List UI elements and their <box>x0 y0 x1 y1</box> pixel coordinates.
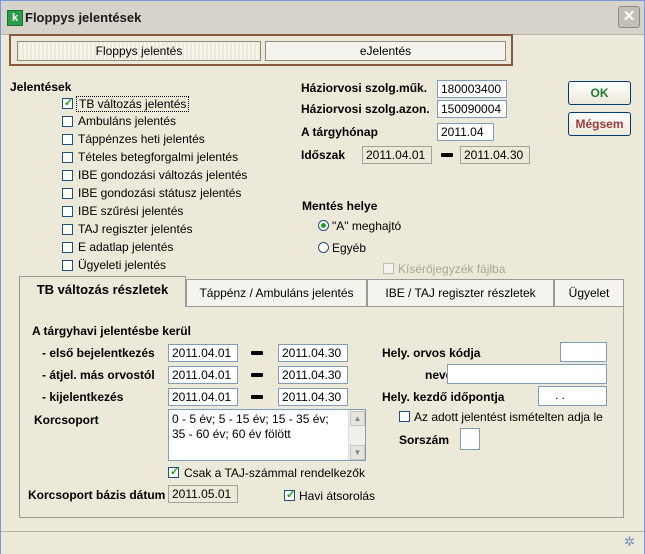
report-label-tappenz: Táppénzes heti jelentés <box>78 132 205 146</box>
report-label-ibe-statusz: IBE gondozási státusz jelentés <box>78 186 242 200</box>
radio-drive-a[interactable] <box>318 220 329 231</box>
monthly-sort-checkbox[interactable]: ✓ <box>284 489 296 501</box>
repeat-report-checkbox[interactable] <box>399 411 410 422</box>
age-group-label: Korcsoport <box>34 413 99 427</box>
report-label-ugyeleti: Ügyeleti jelentés <box>78 258 167 272</box>
checkmark-icon: ✓ <box>286 489 296 501</box>
monthly-sort-label: Havi átsorolás <box>299 489 376 503</box>
tab-floppys-jelentes[interactable]: Floppys jelentés <box>17 41 261 61</box>
taj-only-label: Csak a TAJ-számmal rendelkezők <box>184 466 365 480</box>
report-label-ibe-szuresi: IBE szűrési jelentés <box>78 204 184 218</box>
checkmark-icon: ✓ <box>64 97 74 109</box>
transfer-dash <box>251 373 263 377</box>
practice-muk-field[interactable]: 180003400 <box>437 80 507 98</box>
radio-other-label: Egyéb <box>332 241 367 255</box>
doctor-name-field[interactable] <box>447 364 607 384</box>
close-button[interactable]: ✕ <box>618 6 640 28</box>
month-field[interactable]: 2011.04 <box>437 123 494 141</box>
file-option-checkbox <box>383 263 394 274</box>
report-label-ibe-valtozas: IBE gondozási változás jelentés <box>78 168 248 182</box>
tab-ejelentes[interactable]: eJelentés <box>265 41 506 61</box>
report-checkbox-e-adatlap[interactable] <box>62 242 73 253</box>
logout-label: - kijelentkezés <box>42 390 124 404</box>
practice-azon-field[interactable]: 150090004 <box>437 100 507 118</box>
transfer-to-field[interactable]: 2011.04.30 <box>278 366 348 384</box>
tab-tappenz-ambulans[interactable]: Táppénz / Ambuláns jelentés <box>186 279 367 306</box>
first-login-to-field[interactable]: 2011.04.30 <box>278 344 348 362</box>
tab-ibe-taj[interactable]: IBE / TAJ regiszter részletek <box>367 279 554 306</box>
report-checkbox-taj[interactable] <box>62 224 73 235</box>
age-group-textarea[interactable]: 0 - 5 év; 5 - 15 év; 15 - 35 év; 35 - 60… <box>168 409 366 461</box>
save-location-heading: Mentés helye <box>302 199 378 213</box>
report-label-e-adatlap: E adatlap jelentés <box>78 240 174 254</box>
report-label-teteles: Tételes betegforgalmi jelentés <box>78 150 239 164</box>
scroll-up-icon[interactable]: ▲ <box>350 411 365 426</box>
transfer-label: - átjel. más orvostól <box>42 368 155 382</box>
file-option-label: Kísérőjegyzék fájlba <box>398 262 506 276</box>
reports-heading: Jelentések <box>10 80 72 94</box>
radio-drive-a-label: "A" meghajtó <box>332 219 402 233</box>
serial-label: Sorszám <box>399 433 450 447</box>
base-date-field: 2011.05.01 <box>168 485 238 503</box>
radio-selected-dot <box>321 223 326 228</box>
scroll-down-icon[interactable]: ▼ <box>350 445 365 460</box>
serial-field[interactable] <box>460 428 480 450</box>
start-time-label: Hely. kezdő időpontja <box>382 390 505 404</box>
taj-only-checkbox[interactable]: ✓ <box>168 466 180 478</box>
doctor-code-field[interactable] <box>560 342 607 362</box>
tab-ugyelet[interactable]: Ügyelet <box>554 279 624 306</box>
logout-dash <box>251 395 263 399</box>
start-time-field[interactable]: . . <box>538 386 607 406</box>
report-checkbox-ibe-szuresi[interactable] <box>62 206 73 217</box>
checkmark-icon: ✓ <box>170 466 180 478</box>
details-heading: A tárgyhavi jelentésbe kerül <box>32 324 191 338</box>
age-group-text: 0 - 5 év; 5 - 15 év; 15 - 35 év; 35 - 60… <box>172 412 329 441</box>
report-label-taj: TAJ regiszter jelentés <box>78 222 193 236</box>
status-bar: ✲ <box>1 531 644 554</box>
report-dialog: k Floppys jelentések ✕ Floppys jelentés … <box>0 0 645 554</box>
report-checkbox-ibe-statusz[interactable] <box>62 188 73 199</box>
practice-azon-label: Háziorvosi szolg.azon. <box>301 102 430 116</box>
logout-from-field[interactable]: 2011.04.01 <box>168 388 238 406</box>
first-login-dash <box>251 351 263 355</box>
window-title: Floppys jelentések <box>25 10 142 25</box>
doctor-code-label: Hely. orvos kódja <box>382 346 481 360</box>
report-checkbox-ibe-valtozas[interactable] <box>62 170 73 181</box>
report-checkbox-ambulans[interactable] <box>62 116 73 127</box>
cancel-button[interactable]: Mégsem <box>568 112 631 136</box>
month-label: A tárgyhónap <box>301 125 378 139</box>
report-checkbox-teteles[interactable] <box>62 152 73 163</box>
app-icon: k <box>7 10 23 26</box>
top-tab-switcher: Floppys jelentés eJelentés <box>9 34 513 66</box>
period-from-field: 2011.04.01 <box>362 146 432 164</box>
period-dash <box>441 153 453 157</box>
report-label-ambulans: Ambuláns jelentés <box>78 114 177 128</box>
tab-tb-valtozas[interactable]: TB változás részletek <box>19 276 186 307</box>
report-checkbox-tappenz[interactable] <box>62 134 73 145</box>
first-login-from-field[interactable]: 2011.04.01 <box>168 344 238 362</box>
period-to-field: 2011.04.30 <box>460 146 530 164</box>
radio-other[interactable] <box>318 242 329 253</box>
repeat-report-label: Az adott jelentést ismételten adja le <box>414 410 603 424</box>
transfer-from-field[interactable]: 2011.04.01 <box>168 366 238 384</box>
report-checkbox-tb[interactable]: ✓ <box>62 97 74 109</box>
title-bar: k Floppys jelentések ✕ <box>1 1 644 35</box>
age-group-scrollbar[interactable]: ▲ ▼ <box>348 410 365 460</box>
logout-to-field[interactable]: 2011.04.30 <box>278 388 348 406</box>
report-checkbox-ugyeleti[interactable] <box>62 260 73 271</box>
base-date-label: Korcsoport bázis dátum <box>28 488 166 502</box>
report-label-tb: TB változás jelentés <box>76 96 190 112</box>
first-login-label: - első bejelentkezés <box>42 346 155 360</box>
practice-muk-label: Háziorvosi szolg.műk. <box>301 81 428 95</box>
ok-button[interactable]: OK <box>568 81 631 105</box>
settings-gear-icon[interactable]: ✲ <box>624 535 638 549</box>
period-label: Időszak <box>301 148 346 162</box>
